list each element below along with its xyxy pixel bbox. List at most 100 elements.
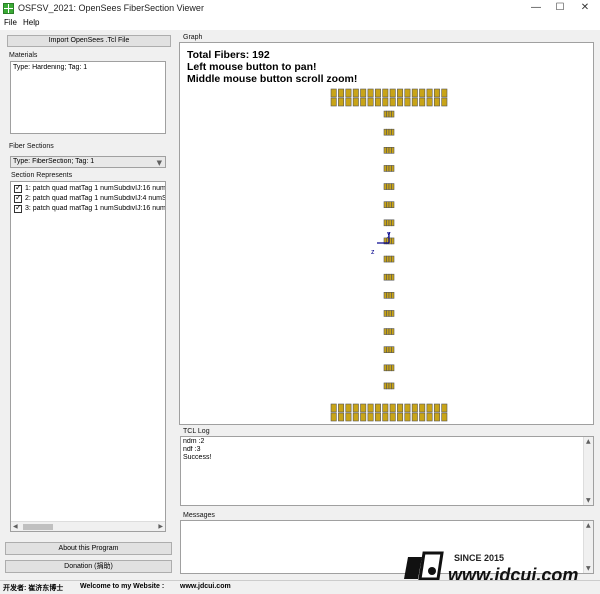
fiber-cell xyxy=(382,412,389,422)
fiber-cell xyxy=(391,364,395,372)
fiber-cell xyxy=(389,88,396,98)
fiber-cell xyxy=(391,273,395,281)
section-select[interactable]: Type: FiberSection; Tag: 1 ▼ xyxy=(10,156,166,168)
fiber-cell xyxy=(383,382,387,390)
fiber-cell xyxy=(382,88,389,98)
fiber-cell xyxy=(391,219,395,227)
graph-label: Graph xyxy=(183,34,203,41)
section-item[interactable]: 3: patch quad matTag 1 numSubdivIJ:16 nu… xyxy=(25,205,165,212)
fiber-cell xyxy=(391,346,395,353)
fiber-cell xyxy=(419,97,426,107)
fiber-cell xyxy=(441,403,448,413)
fiber-cell xyxy=(345,403,352,413)
fiber-cell xyxy=(383,364,387,372)
fiber-cell xyxy=(391,382,395,390)
fiber-cell xyxy=(433,88,440,98)
fiber-cell xyxy=(433,97,440,107)
fiber-cell xyxy=(383,219,387,227)
fiber-cell xyxy=(374,412,381,422)
scroll-right-icon[interactable]: ▶ xyxy=(158,523,163,530)
fiber-cell xyxy=(360,412,367,422)
fiber-cell xyxy=(330,403,337,413)
menu-help[interactable]: Help xyxy=(23,18,39,27)
fiber-cell xyxy=(367,412,374,422)
minimize-button[interactable]: — xyxy=(525,1,547,15)
maximize-button[interactable]: ☐ xyxy=(549,1,571,15)
section-item[interactable]: 2: patch quad matTag 1 numSubdivIJ:4 num… xyxy=(25,195,165,202)
fiber-cell xyxy=(360,88,367,98)
fiber-cell xyxy=(367,403,374,413)
fiber-cell xyxy=(352,403,359,413)
fiber-sections-label: Fiber Sections xyxy=(9,143,54,150)
log-line: ndf :3 xyxy=(183,446,201,453)
fiber-cell xyxy=(441,97,448,107)
scroll-up-icon[interactable]: ▲ xyxy=(586,438,591,445)
title-bar: OSFSV_2021: OpenSees FiberSection Viewer… xyxy=(0,0,600,17)
section-checkbox-3[interactable] xyxy=(14,203,22,213)
section-checkbox-2[interactable] xyxy=(14,193,22,203)
materials-item[interactable]: Type: Hardening; Tag: 1 xyxy=(13,64,87,71)
close-button[interactable]: ✕ xyxy=(574,1,596,15)
total-fibers-text: Total Fibers: 192 xyxy=(187,49,270,61)
scrollbar-thumb[interactable] xyxy=(23,524,53,530)
fiber-cell xyxy=(383,310,387,317)
log-scrollbar[interactable]: ▲ ▼ xyxy=(583,437,593,505)
fiber-section-plot[interactable]: y z xyxy=(180,43,595,426)
graph-canvas[interactable]: y z xyxy=(179,42,594,425)
section-represents-list[interactable]: 1: patch quad matTag 1 numSubdivIJ:16 nu… xyxy=(10,181,166,532)
fiber-cell xyxy=(397,412,404,422)
tcl-log-box[interactable]: ndm :2 ndf :3 Success! ▲ ▼ xyxy=(180,436,594,506)
fiber-cell xyxy=(388,165,392,172)
fiber-cell xyxy=(386,292,390,299)
fiber-cell xyxy=(411,412,418,422)
fiber-cell xyxy=(391,110,395,118)
horizontal-scrollbar[interactable]: ◀ ▶ xyxy=(11,521,165,531)
fiber-cell xyxy=(386,201,390,208)
fiber-cell xyxy=(411,88,418,98)
fiber-cell xyxy=(352,88,359,98)
section-checkbox-1[interactable] xyxy=(14,183,22,193)
about-button[interactable]: About this Program xyxy=(5,542,172,555)
fiber-cell xyxy=(389,97,396,107)
donation-button[interactable]: Donation (捐助) xyxy=(5,560,172,573)
fiber-cell xyxy=(391,292,395,299)
fiber-cell xyxy=(383,292,387,299)
fiber-cell xyxy=(441,412,448,422)
scroll-up-icon[interactable]: ▲ xyxy=(586,522,591,529)
fiber-cell xyxy=(386,110,390,118)
section-item[interactable]: 1: patch quad matTag 1 numSubdivIJ:16 nu… xyxy=(25,185,165,192)
fiber-cell xyxy=(391,255,395,263)
chevron-down-icon: ▼ xyxy=(156,159,162,167)
menu-file[interactable]: File xyxy=(4,18,17,27)
fiber-cell xyxy=(391,165,395,172)
fiber-cell xyxy=(388,346,392,353)
fiber-cell xyxy=(419,403,426,413)
fiber-cell xyxy=(382,403,389,413)
window-title: OSFSV_2021: OpenSees FiberSection Viewer xyxy=(18,3,204,13)
fiber-cell xyxy=(391,328,395,335)
log-line: ndm :2 xyxy=(183,438,205,445)
fiber-cell xyxy=(367,97,374,107)
import-tcl-button[interactable]: Import OpenSees .Tcl File xyxy=(7,35,171,47)
y-axis-label: y xyxy=(387,231,391,238)
fiber-cell xyxy=(388,110,392,118)
watermark-since: SINCE 2015 xyxy=(454,553,505,563)
fiber-cell xyxy=(388,219,392,227)
fiber-cell xyxy=(383,147,387,154)
fiber-cell xyxy=(374,97,381,107)
fiber-cell xyxy=(426,97,433,107)
fiber-cell xyxy=(360,97,367,107)
fiber-cell xyxy=(391,147,395,154)
scroll-left-icon[interactable]: ◀ xyxy=(13,523,18,530)
fiber-cell xyxy=(441,88,448,98)
scroll-down-icon[interactable]: ▼ xyxy=(586,497,591,504)
fiber-cell xyxy=(383,110,387,118)
menu-bar: File Help xyxy=(0,17,600,30)
fiber-cell xyxy=(397,403,404,413)
fiber-cell xyxy=(383,273,387,281)
status-bar: 开发者: 崔济东博士 Welcome to my Website : www.j… xyxy=(0,580,600,594)
status-website: www.jdcui.com xyxy=(180,583,231,590)
section-represents-label: Section Represents xyxy=(11,172,73,179)
fiber-cell xyxy=(352,412,359,422)
materials-list[interactable]: Type: Hardening; Tag: 1 xyxy=(10,61,166,134)
